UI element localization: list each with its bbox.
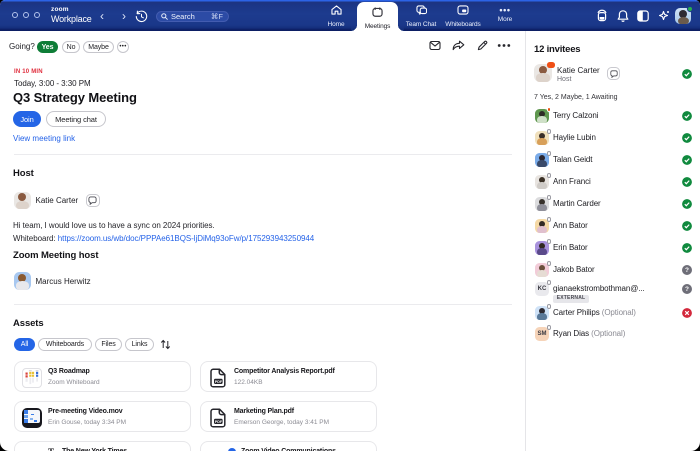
svg-text:PDF: PDF — [215, 420, 223, 424]
svg-text:PDF: PDF — [215, 380, 223, 384]
